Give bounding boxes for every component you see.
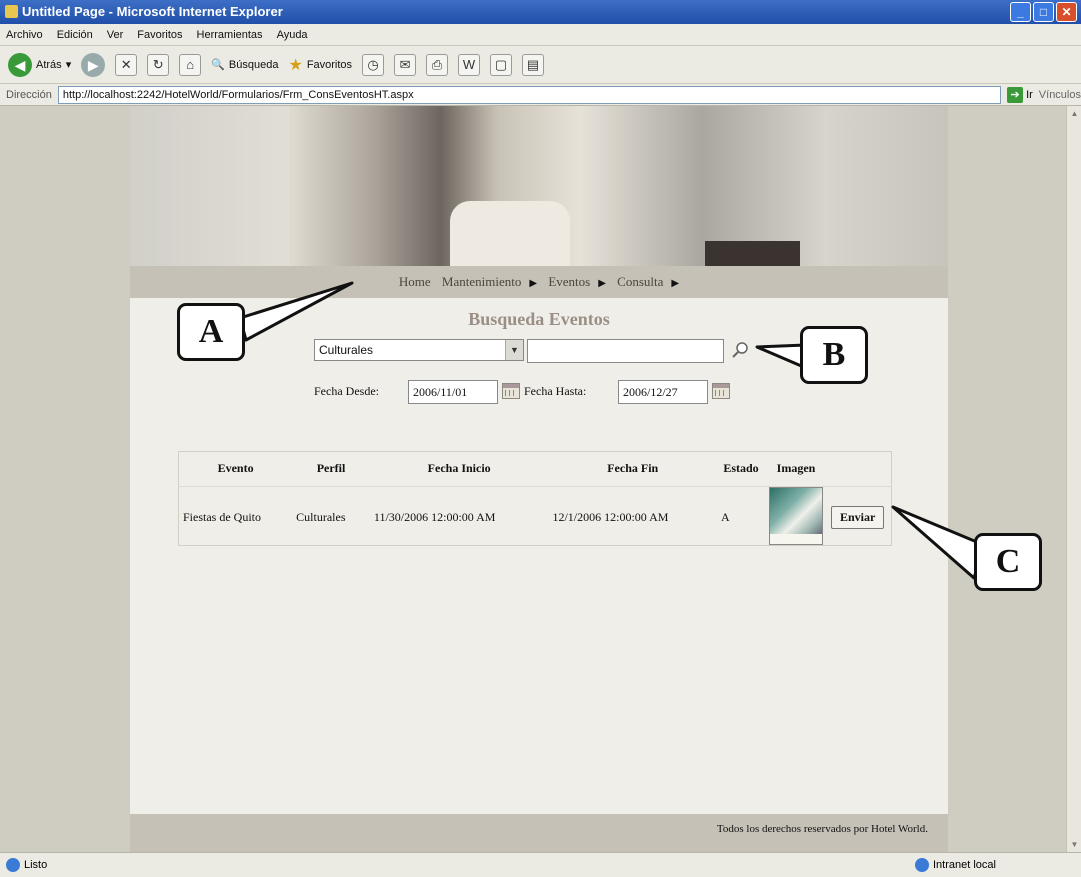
callout-pointers — [238, 281, 986, 580]
callout-b: B — [800, 326, 868, 384]
pointer-c — [891, 505, 986, 580]
callout-a: A — [177, 303, 245, 361]
pointer-a — [238, 281, 354, 342]
callout-c: C — [974, 533, 1042, 591]
pointer-b — [755, 343, 808, 370]
